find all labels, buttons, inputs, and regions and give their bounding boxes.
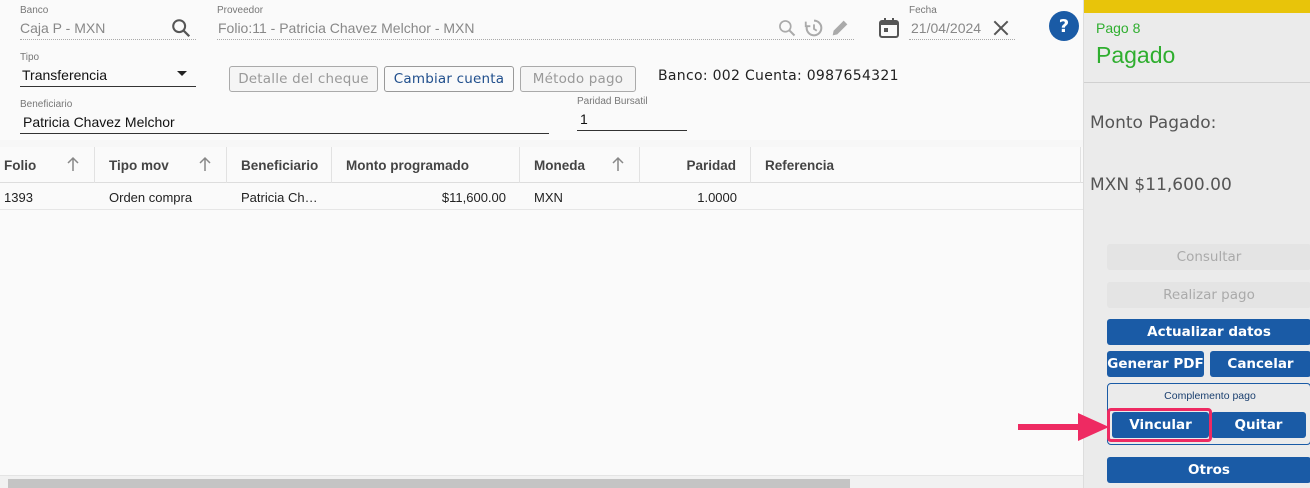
tipo-select[interactable]: Transferencia (20, 66, 196, 87)
col-tipo-mov-label: Tipo mov (109, 157, 169, 173)
cell-monto: $11,600.00 (441, 189, 506, 205)
metodo-pago-button[interactable]: Método pago (520, 66, 636, 92)
realizar-pago-button[interactable]: Realizar pago (1107, 282, 1310, 308)
bank-account-info: Banco: 002 Cuenta: 0987654321 (658, 68, 899, 84)
consultar-button[interactable]: Consultar (1107, 244, 1310, 270)
col-beneficiario[interactable]: Beneficiario (227, 147, 332, 183)
pago-number: Pago 8 (1096, 20, 1141, 36)
tipo-label: Tipo (20, 52, 40, 63)
col-paridad[interactable]: Paridad (640, 147, 751, 183)
history-icon[interactable] (803, 17, 825, 39)
col-moneda-label: Moneda (534, 157, 586, 173)
pago-status: Pagado (1096, 42, 1176, 68)
banco-label: Banco (20, 5, 49, 16)
col-tipo-mov[interactable]: Tipo mov (95, 147, 227, 183)
grid-header: Folio Tipo mov Beneficiario Monto progra… (0, 147, 1083, 183)
cambiar-cuenta-button[interactable]: Cambiar cuenta (384, 66, 514, 92)
col-beneficiario-label: Beneficiario (241, 157, 319, 173)
dropdown-arrow-icon[interactable] (176, 70, 188, 78)
fecha-label: Fecha (909, 5, 937, 16)
cell-beneficiario: Patricia Ch… (241, 189, 318, 205)
col-folio[interactable]: Folio (0, 147, 95, 183)
cell-tipo-mov: Orden compra (109, 189, 193, 205)
quitar-button[interactable]: Quitar (1211, 412, 1306, 438)
sort-arrow-icon[interactable] (66, 156, 80, 172)
payments-grid: Folio Tipo mov Beneficiario Monto progra… (0, 147, 1083, 488)
otros-button[interactable]: Otros (1107, 457, 1310, 483)
close-icon[interactable] (991, 18, 1011, 38)
col-monto-label: Monto programado (346, 157, 469, 173)
horizontal-scrollbar-thumb[interactable] (8, 479, 850, 488)
paridad-value[interactable]: 1 (577, 110, 687, 131)
panel-divider (1084, 82, 1310, 83)
help-button[interactable]: ? (1049, 11, 1079, 41)
beneficiario-field[interactable]: Beneficiario Patricia Chavez Melchor (20, 99, 549, 134)
search-icon[interactable] (777, 18, 797, 38)
col-paridad-label: Paridad (686, 157, 736, 173)
monto-pagado-label: Monto Pagado: (1090, 113, 1217, 133)
beneficiario-label: Beneficiario (20, 99, 73, 110)
col-folio-label: Folio (4, 157, 37, 173)
col-referencia[interactable]: Referencia (751, 147, 1081, 183)
cell-moneda: MXN (534, 189, 563, 205)
pointer-arrow-icon (1018, 413, 1109, 441)
calendar-icon[interactable] (877, 16, 901, 40)
col-moneda[interactable]: Moneda (520, 147, 640, 183)
paridad-field[interactable]: Paridad Bursatil 1 (577, 96, 687, 131)
table-row[interactable]: 1393 Orden compra Patricia Ch… $11,600.0… (0, 184, 1083, 210)
proveedor-field[interactable]: Proveedor Folio:11 - Patricia Chavez Mel… (217, 5, 854, 40)
complemento-pago-label: Complemento pago (1164, 390, 1256, 402)
monto-pagado-value: MXN $11,600.00 (1090, 175, 1232, 195)
proveedor-value[interactable]: Folio:11 - Patricia Chavez Melchor - MXN (217, 19, 854, 40)
cell-paridad: 1.0000 (697, 189, 737, 205)
tipo-field[interactable]: Tipo Transferencia (20, 52, 196, 87)
detalle-cheque-button[interactable]: Detalle del cheque (229, 66, 378, 92)
payment-form: Banco Caja P - MXN Proveedor Folio:11 - … (0, 0, 1083, 140)
generar-pdf-button[interactable]: Generar PDF (1107, 351, 1204, 377)
proveedor-label: Proveedor (217, 5, 264, 16)
col-referencia-label: Referencia (765, 157, 835, 173)
sort-arrow-icon[interactable] (198, 156, 212, 172)
cancelar-button[interactable]: Cancelar (1210, 351, 1310, 377)
cell-referencia (751, 184, 1081, 210)
paridad-label: Paridad Bursatil (577, 96, 648, 107)
cell-folio: 1393 (4, 189, 33, 205)
vincular-highlight (1107, 408, 1212, 442)
search-icon[interactable] (170, 17, 192, 39)
actualizar-datos-button[interactable]: Actualizar datos (1107, 319, 1310, 345)
panel-top-bar (1084, 0, 1310, 13)
edit-icon[interactable] (829, 17, 851, 39)
sort-arrow-icon[interactable] (611, 156, 625, 172)
beneficiario-value[interactable]: Patricia Chavez Melchor (20, 113, 549, 134)
col-monto[interactable]: Monto programado (332, 147, 520, 183)
